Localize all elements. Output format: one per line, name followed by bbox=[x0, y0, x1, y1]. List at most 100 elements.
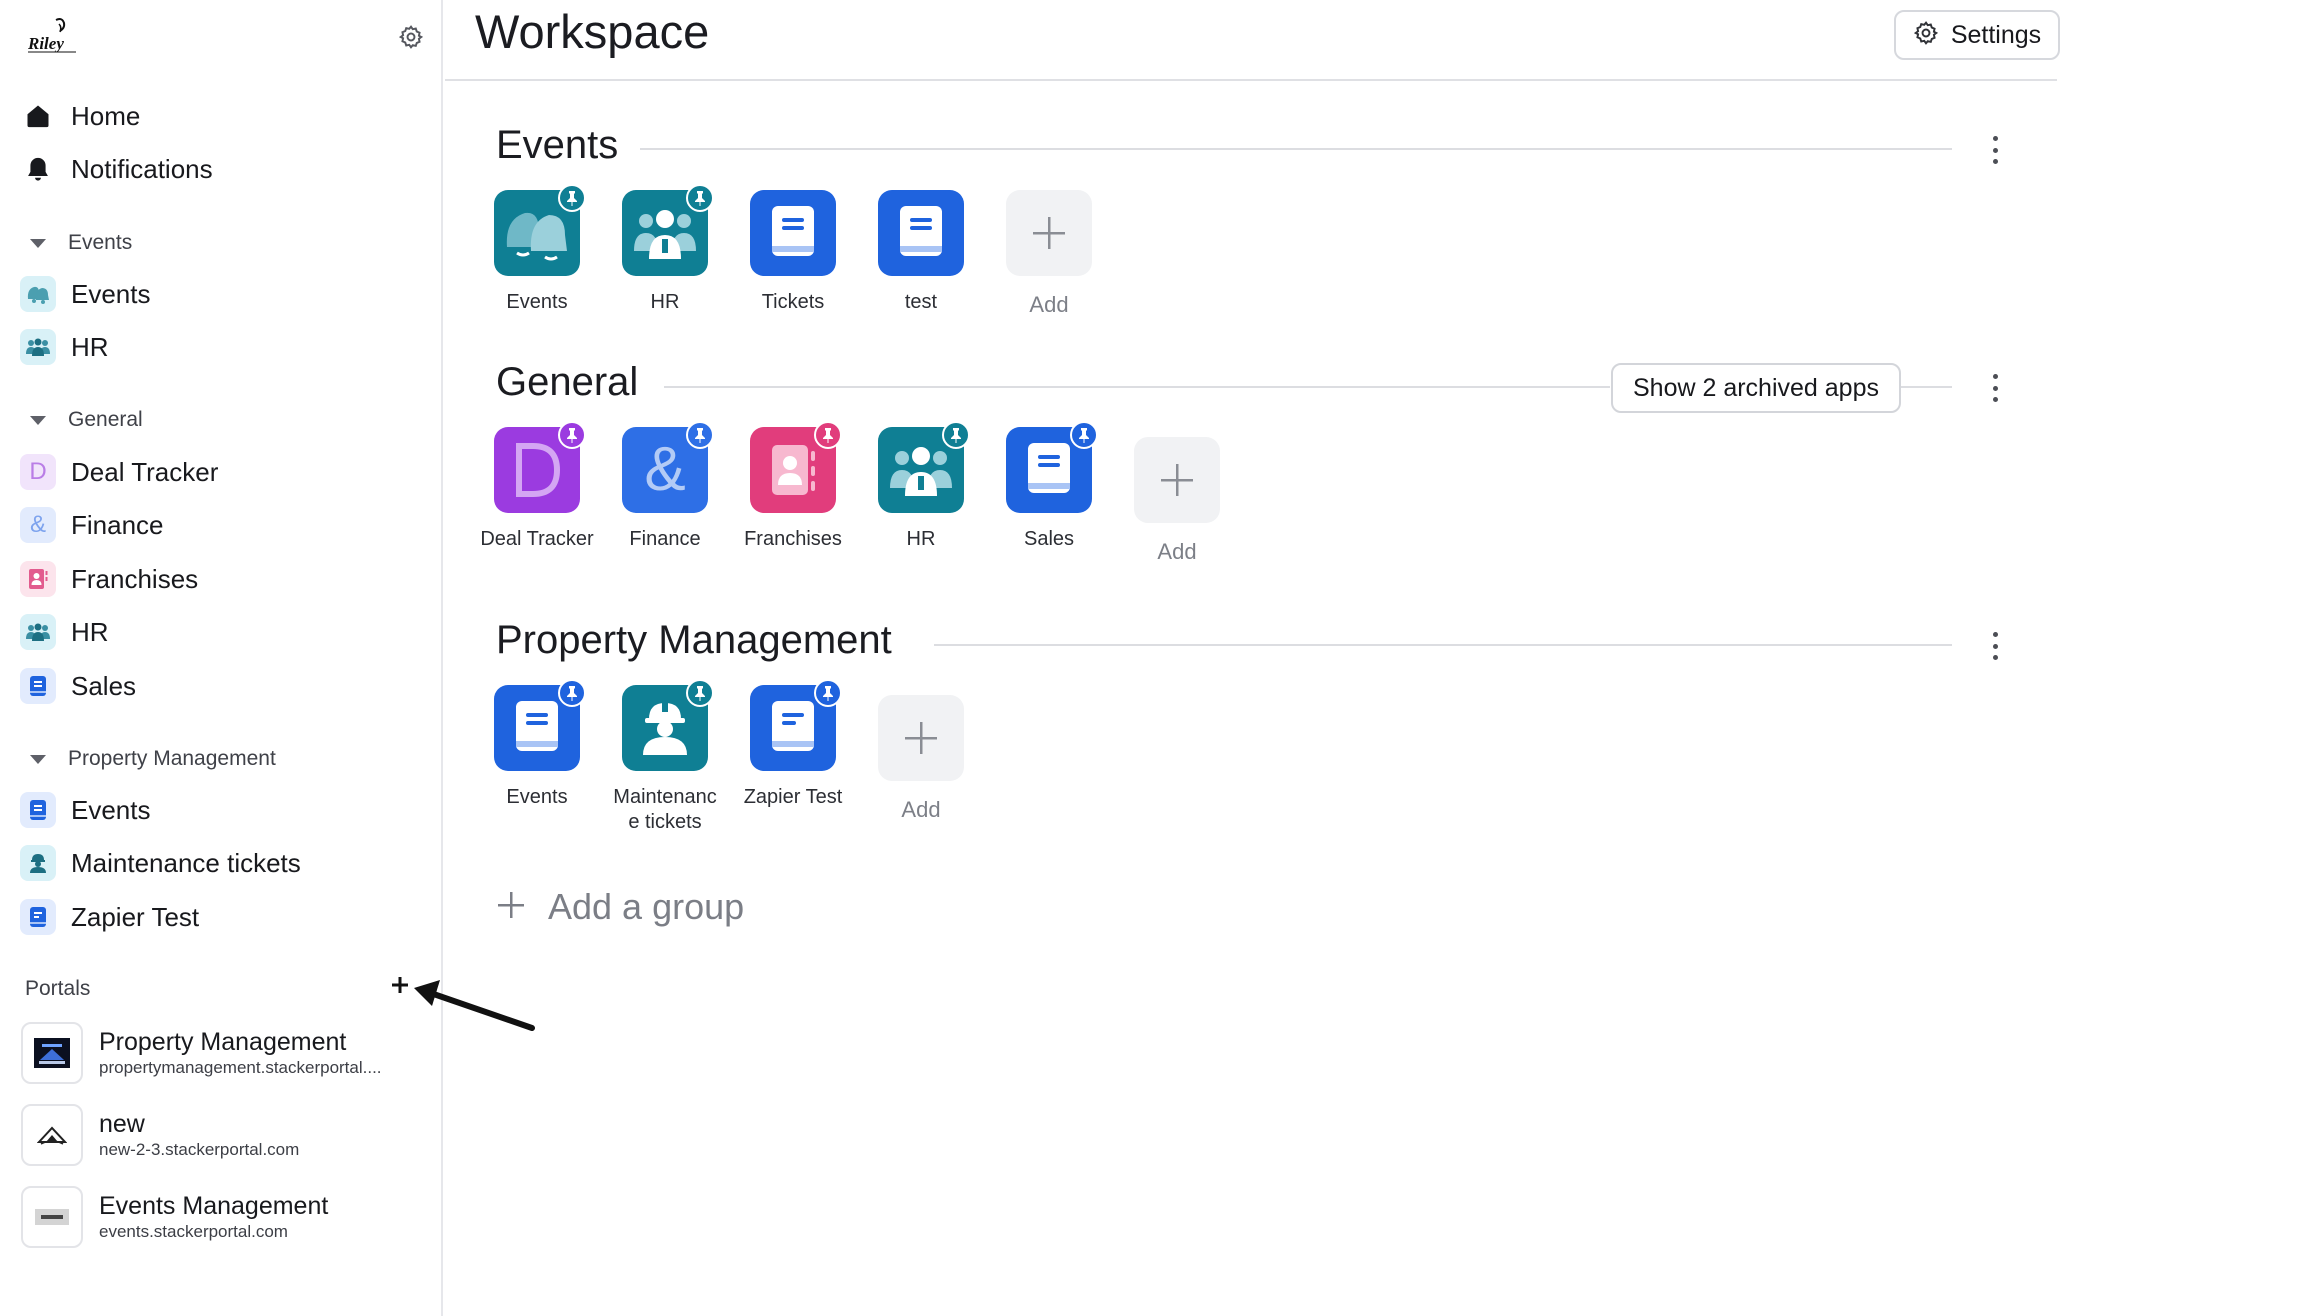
app-tile-finance[interactable]: & Finance bbox=[605, 421, 725, 552]
add-group-button[interactable]: Add a group bbox=[496, 886, 744, 928]
book-icon bbox=[494, 679, 586, 771]
add-app-label: Add bbox=[901, 797, 941, 822]
book-icon bbox=[878, 190, 964, 276]
pin-icon[interactable] bbox=[558, 421, 586, 449]
svg-text:Riley: Riley bbox=[27, 34, 64, 53]
portal-logo-image bbox=[21, 1022, 83, 1084]
worker-icon bbox=[20, 845, 56, 881]
group-property-management-menu-kebab-icon[interactable] bbox=[1988, 632, 2002, 660]
app-tile-label: HR bbox=[650, 291, 680, 313]
page-title: Workspace bbox=[475, 5, 710, 58]
portal-url: new-2-3.stackerportal.com bbox=[99, 1140, 300, 1159]
sidebar-item-label: Notifications bbox=[71, 153, 213, 184]
pin-icon[interactable] bbox=[814, 679, 842, 707]
bells-icon bbox=[494, 184, 586, 276]
group-title-general: General bbox=[496, 360, 639, 404]
group-title-events: Events bbox=[496, 123, 619, 167]
app-tile-hr[interactable]: HR bbox=[605, 184, 725, 315]
pin-icon[interactable] bbox=[558, 184, 586, 212]
app-tile-events[interactable]: Events bbox=[477, 184, 597, 315]
sidebar-item-label: Sales bbox=[71, 670, 137, 701]
add-app-button[interactable]: Add bbox=[1117, 437, 1237, 564]
pin-icon[interactable] bbox=[686, 184, 714, 212]
sidebar-item-label: Zapier Test bbox=[71, 901, 200, 932]
app-tile-deal-tracker[interactable]: Deal Tracker bbox=[477, 421, 597, 552]
company-logo[interactable]: Riley bbox=[26, 16, 80, 56]
app-tile-hr-general[interactable]: HR bbox=[861, 421, 981, 552]
sidebar-group-label: Property Management bbox=[68, 747, 276, 770]
sidebar-item-hr[interactable]: HR bbox=[20, 326, 109, 368]
caret-down-icon bbox=[30, 754, 46, 764]
sidebar-item-deal-tracker[interactable]: D Deal Tracker bbox=[20, 451, 218, 493]
add-app-button[interactable]: Add bbox=[989, 190, 1109, 317]
pin-icon[interactable] bbox=[1070, 421, 1098, 449]
ampersand-icon: & bbox=[20, 507, 56, 543]
sidebar-item-sales[interactable]: Sales bbox=[20, 665, 136, 707]
settings-button-label: Settings bbox=[1950, 20, 2042, 49]
portal-name: new bbox=[99, 1110, 145, 1138]
portal-item-new[interactable]: new new-2-3.stackerportal.com bbox=[21, 1103, 299, 1167]
pin-icon[interactable] bbox=[686, 421, 714, 449]
bells-icon bbox=[20, 276, 56, 312]
caret-down-icon bbox=[30, 415, 46, 425]
app-tile-label: Finance bbox=[629, 528, 701, 550]
settings-button[interactable]: Settings bbox=[1894, 10, 2060, 60]
portal-item-property-management[interactable]: Property Management propertymanagement.s… bbox=[21, 1021, 382, 1085]
sidebar-item-finance[interactable]: & Finance bbox=[20, 504, 164, 546]
sidebar-group-general[interactable]: General bbox=[30, 404, 143, 436]
group-title-property-management: Property Management bbox=[496, 618, 892, 662]
pin-icon[interactable] bbox=[814, 421, 842, 449]
sidebar-item-notifications[interactable]: Notifications bbox=[20, 148, 213, 190]
letter-d-icon bbox=[494, 421, 586, 513]
group-general-menu-kebab-icon[interactable] bbox=[1988, 374, 2002, 402]
contact-card-icon bbox=[20, 561, 56, 597]
sidebar-item-maintenance-tickets[interactable]: Maintenance tickets bbox=[20, 842, 301, 884]
header-divider bbox=[445, 79, 2057, 81]
show-archived-apps-button[interactable]: Show 2 archived apps bbox=[1611, 363, 1901, 413]
sidebar-item-label: Deal Tracker bbox=[71, 456, 219, 487]
annotation-arrow-icon bbox=[414, 980, 535, 1031]
add-app-button[interactable]: Add bbox=[861, 695, 981, 822]
portal-url: events.stackerportal.com bbox=[99, 1222, 288, 1241]
app-tile-events-pm[interactable]: Events bbox=[477, 679, 597, 810]
portals-heading: Portals bbox=[25, 977, 91, 1000]
worker-icon bbox=[622, 679, 714, 771]
plus-icon bbox=[878, 695, 964, 781]
plus-icon bbox=[1134, 437, 1220, 523]
sidebar-group-label: Events bbox=[68, 231, 133, 254]
app-tile-test[interactable]: test bbox=[861, 190, 981, 315]
sidebar-group-property-management[interactable]: Property Management bbox=[30, 743, 276, 775]
sidebar-item-events-pm[interactable]: Events bbox=[20, 789, 151, 831]
home-icon bbox=[20, 98, 56, 134]
app-tile-zapier-test[interactable]: Zapier Test bbox=[733, 679, 853, 810]
sidebar-item-franchises[interactable]: Franchises bbox=[20, 558, 198, 600]
plus-icon bbox=[1006, 190, 1092, 276]
add-portal-plus-icon[interactable] bbox=[389, 974, 411, 996]
sidebar-item-events[interactable]: Events bbox=[20, 273, 151, 315]
app-tile-label: Deal Tracker bbox=[480, 528, 594, 550]
sidebar-item-zapier-test[interactable]: Zapier Test bbox=[20, 896, 199, 938]
portal-item-events-management[interactable]: Events Management events.stackerportal.c… bbox=[21, 1185, 328, 1249]
book-icon bbox=[20, 792, 56, 828]
app-tile-tickets[interactable]: Tickets bbox=[733, 190, 853, 315]
gear-icon bbox=[1913, 20, 1939, 51]
sidebar-item-label: Finance bbox=[71, 509, 164, 540]
add-group-label: Add a group bbox=[548, 886, 745, 927]
app-tile-franchises[interactable]: Franchises bbox=[733, 421, 853, 552]
sidebar-group-events[interactable]: Events bbox=[30, 227, 132, 259]
app-tile-label: Sales bbox=[1023, 528, 1075, 550]
pin-icon[interactable] bbox=[558, 679, 586, 707]
pin-icon[interactable] bbox=[942, 421, 970, 449]
group-events-menu-kebab-icon[interactable] bbox=[1988, 136, 2002, 164]
sidebar-item-hr-general[interactable]: HR bbox=[20, 611, 109, 653]
sidebar-item-label: Franchises bbox=[71, 563, 199, 594]
sidebar-item-home[interactable]: Home bbox=[20, 95, 140, 137]
app-tile-maintenance-tickets[interactable]: Maintenanc e tickets bbox=[605, 679, 725, 835]
group-divider bbox=[664, 386, 1610, 388]
book-icon bbox=[20, 899, 56, 935]
app-tile-sales[interactable]: Sales bbox=[989, 421, 1109, 552]
sidebar-settings-gear-icon[interactable] bbox=[398, 24, 424, 50]
plus-icon bbox=[496, 890, 526, 925]
portal-name: Events Management bbox=[99, 1192, 329, 1220]
pin-icon[interactable] bbox=[686, 679, 714, 707]
